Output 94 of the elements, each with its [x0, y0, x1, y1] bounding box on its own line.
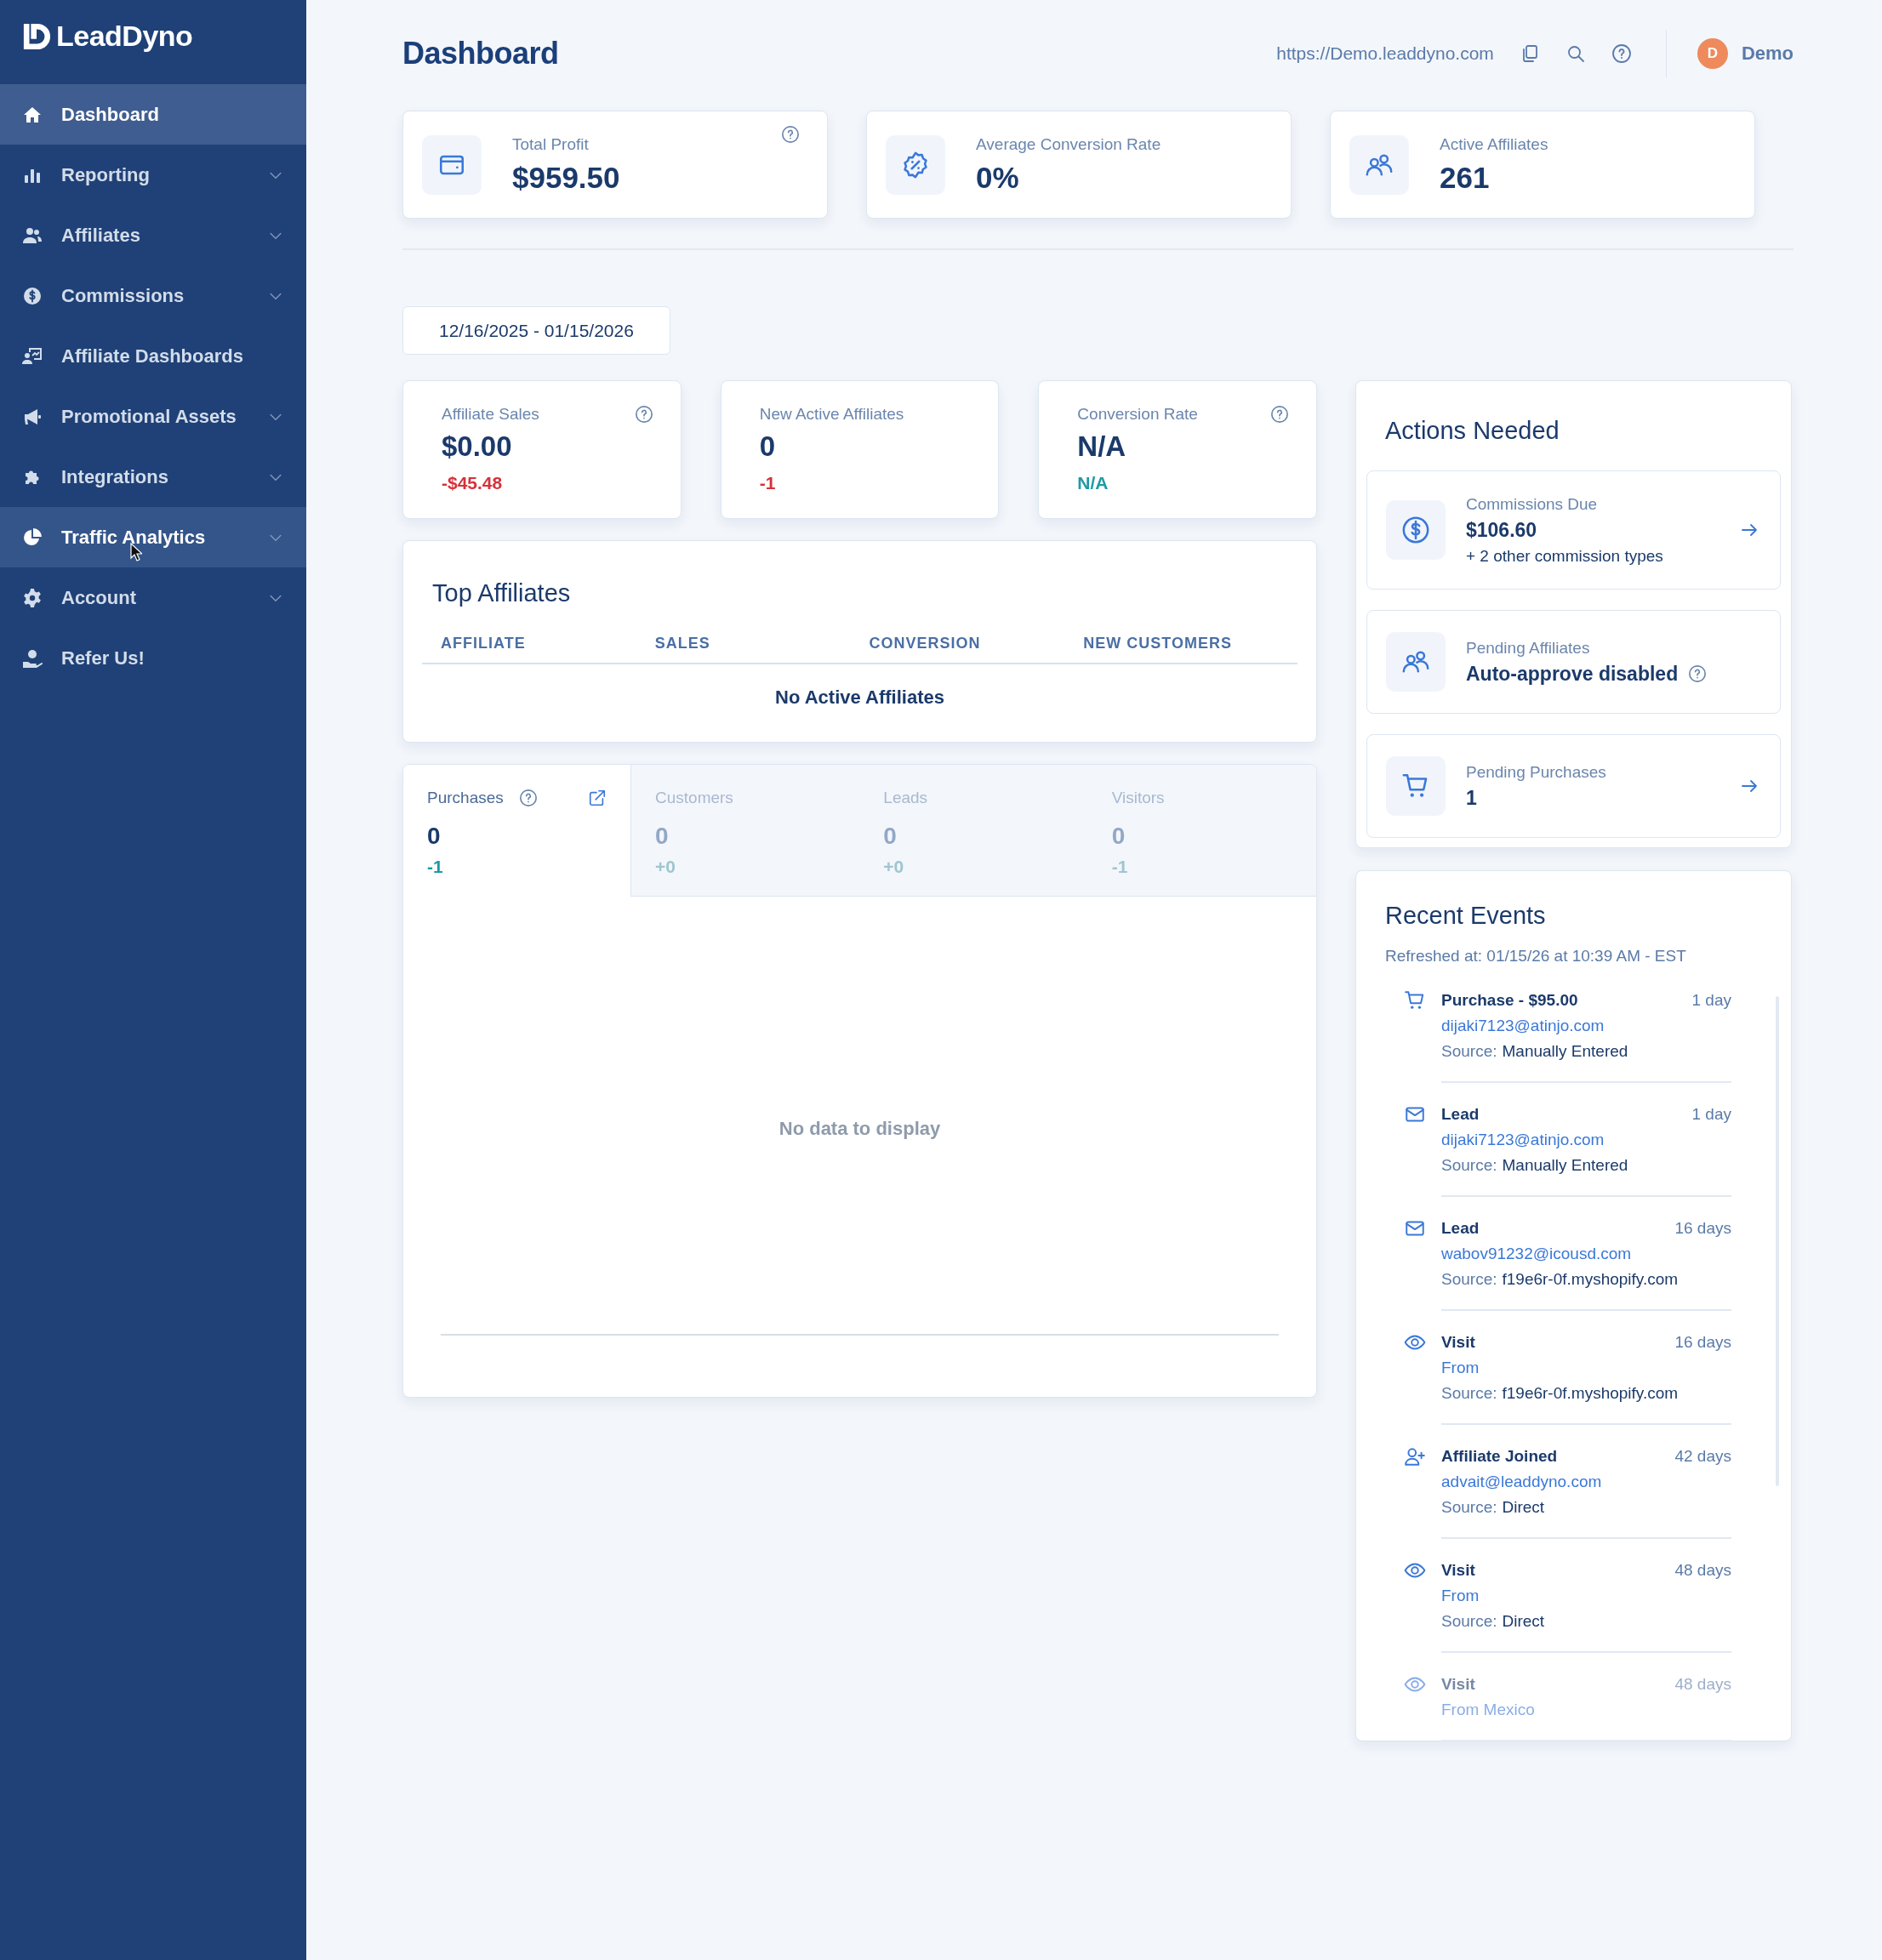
pie-chart-icon: [22, 527, 43, 548]
event-time: 48 days: [1674, 1560, 1731, 1581]
action-item[interactable]: Pending Affiliates Auto-approve disabled: [1366, 610, 1781, 714]
stat-label: Average Conversion Rate: [976, 134, 1161, 154]
hand-coin-icon: [22, 647, 43, 669]
date-range-field[interactable]: 12/16/2025 - 01/15/2026: [402, 306, 670, 355]
empty-chart-message: No data to display: [778, 1118, 941, 1140]
stat-label: Total Profit: [512, 134, 590, 154]
event-detail[interactable]: dijaki7123@atinjo.com: [1441, 1127, 1731, 1153]
action-value: 1: [1466, 786, 1477, 810]
event-title: Lead: [1441, 1104, 1480, 1125]
source-value: Manually Entered: [1502, 1041, 1628, 1062]
source-label: Source:: [1441, 1497, 1497, 1518]
metric-change: -1: [759, 473, 777, 493]
metric-change: N/A: [1077, 473, 1109, 493]
column-header[interactable]: AFFILIATE: [441, 635, 655, 652]
source-value: Manually Entered: [1502, 1155, 1628, 1176]
source-label: Source:: [1441, 1383, 1497, 1404]
source-label: Source:: [1441, 1041, 1497, 1062]
stat-label: Active Affiliates: [1440, 134, 1548, 154]
source-label: Source:: [1441, 1155, 1497, 1176]
site-url[interactable]: https://Demo.leaddyno.com: [1276, 43, 1494, 64]
dollar-coin-icon: [22, 285, 43, 306]
event-detail[interactable]: advait@leaddyno.com: [1441, 1469, 1731, 1495]
cart-icon: [1404, 989, 1426, 1011]
action-note: + 2 other commission types: [1466, 546, 1664, 566]
source-value: f19e6r-0f.myshopify.com: [1502, 1383, 1679, 1404]
sidebar-item[interactable]: Commissions: [0, 265, 306, 326]
source-value: Direct: [1502, 1611, 1545, 1632]
event-title: Purchase - $95.00: [1441, 990, 1578, 1011]
stat-value: $959.50: [512, 160, 620, 195]
sidebar-item[interactable]: Account: [0, 567, 306, 628]
action-label: Pending Purchases: [1466, 762, 1607, 782]
event-time: 1 day: [1691, 1104, 1731, 1125]
logo-text: LeadDyno: [56, 20, 193, 53]
card-title: Recent Events: [1385, 902, 1547, 930]
sidebar-item[interactable]: Integrations: [0, 447, 306, 507]
presentation-icon: [22, 345, 43, 367]
event-title: Visit: [1441, 1332, 1475, 1353]
sidebar-item[interactable]: Refer Us!: [0, 628, 306, 688]
event-time: 48 days: [1674, 1674, 1731, 1695]
metric-label: Affiliate Sales: [442, 405, 539, 424]
stat-value: 261: [1440, 160, 1491, 195]
sidebar-item[interactable]: Promotional Assets: [0, 386, 306, 447]
gear-icon: [22, 587, 43, 608]
action-item[interactable]: Commissions Due $106.60 + 2 other commission types: [1366, 470, 1781, 590]
metric-value: N/A: [1077, 430, 1127, 463]
percent-badge-icon: [901, 150, 930, 179]
action-label: Commissions Due: [1466, 494, 1599, 514]
source-label: Source:: [1441, 1269, 1497, 1290]
stat-value: 0%: [976, 160, 1020, 195]
column-header[interactable]: SALES: [654, 635, 870, 652]
event-title: Visit: [1441, 1560, 1475, 1581]
refresh-time: Refreshed at: 01/15/26 at 10:39 AM - EST: [1385, 947, 1687, 966]
event-detail: From: [1441, 1358, 1480, 1378]
event-time: 1 day: [1691, 990, 1731, 1011]
sidebar-item[interactable]: Affiliate Dashboards: [0, 326, 306, 386]
sidebar-item[interactable]: Affiliates: [0, 205, 306, 265]
event-title: Lead: [1441, 1218, 1480, 1239]
metric-value: $0.00: [442, 430, 513, 463]
event-detail[interactable]: dijaki7123@atinjo.com: [1441, 1013, 1731, 1039]
page-title: Dashboard: [402, 35, 559, 71]
event-detail: From: [1441, 1586, 1480, 1606]
source-value: Direct: [1502, 1497, 1545, 1518]
metric-label: New Active Affiliates: [759, 405, 904, 424]
sidebar-item[interactable]: Reporting: [0, 145, 306, 205]
action-item[interactable]: Pending Purchases 1: [1366, 734, 1781, 838]
metric-change: -$45.48: [442, 473, 504, 493]
action-label: Pending Affiliates: [1466, 638, 1591, 658]
event-title: Affiliate Joined: [1441, 1446, 1558, 1467]
metric-label: Conversion Rate: [1077, 405, 1198, 424]
empty-message: No Active Affiliates: [774, 686, 945, 709]
event-time: 42 days: [1674, 1446, 1731, 1467]
column-header[interactable]: NEW CUSTOMERS: [1083, 635, 1297, 652]
event-time: 16 days: [1674, 1332, 1731, 1353]
dollar-circle-icon: [1401, 516, 1430, 544]
user-name[interactable]: Demo: [1741, 42, 1794, 65]
user-plus-icon: [1404, 1445, 1426, 1467]
card-title: Actions Needed: [1384, 417, 1560, 445]
sidebar-item[interactable]: Dashboard: [0, 84, 306, 145]
source-label: Source:: [1441, 1611, 1497, 1632]
column-header[interactable]: CONVERSION: [869, 635, 1084, 652]
event-detail[interactable]: wabov91232@icousd.com: [1441, 1241, 1731, 1267]
sidebar-item[interactable]: Traffic Analytics: [0, 507, 306, 567]
event-title: Visit: [1441, 1674, 1475, 1695]
event-time: 16 days: [1674, 1218, 1731, 1239]
action-value: Auto-approve disabled: [1466, 662, 1679, 686]
action-value: $106.60: [1466, 518, 1537, 542]
metric-tab[interactable]: Purchases 0 -1: [403, 765, 631, 897]
metric-value: 0: [759, 430, 777, 463]
source-value: f19e6r-0f.myshopify.com: [1502, 1269, 1679, 1290]
event-detail: From Mexico: [1441, 1700, 1536, 1720]
card-title: Top Affiliates: [431, 579, 572, 607]
logo-icon: [22, 21, 51, 51]
